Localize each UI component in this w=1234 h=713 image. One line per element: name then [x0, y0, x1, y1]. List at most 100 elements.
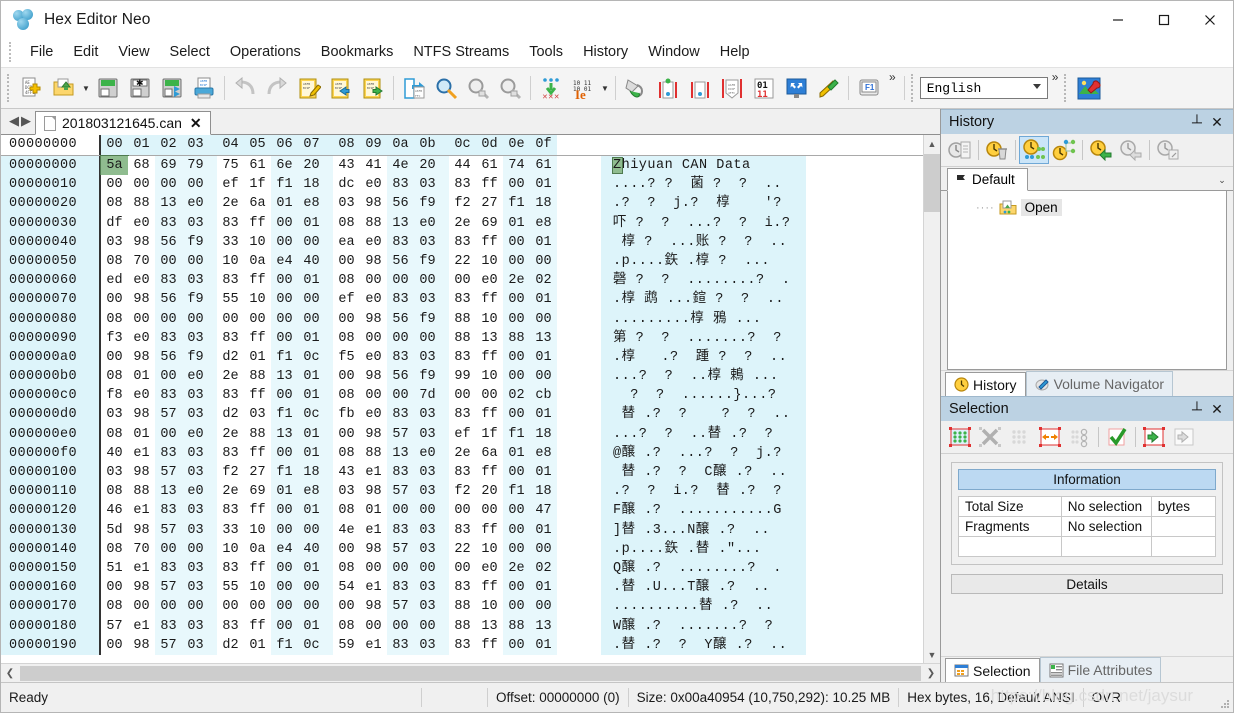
hex-byte-cell[interactable]: 01 — [271, 194, 298, 214]
hex-byte-cell[interactable]: 00 — [128, 175, 155, 195]
hex-byte-cell[interactable]: 01 — [298, 558, 325, 579]
menu-item-bookmarks[interactable]: Bookmarks — [311, 41, 404, 63]
hex-byte-cell[interactable]: 00 — [298, 309, 325, 329]
hex-byte-cell[interactable]: 01 — [503, 443, 530, 463]
hex-byte-cell[interactable]: 00 — [128, 309, 155, 329]
hex-byte-cell[interactable]: 83 — [387, 290, 414, 310]
hex-row[interactable]: 00000070 00 98 56 f9 55 10 00 00 ef e0 83 03 83 ff 00 01… — [1, 290, 923, 310]
hex-bytes-cells[interactable]: 03 98 57 03 d2 03 f1 0c fb e0 83 03 83 ff 00 01 — [101, 405, 601, 425]
select-pattern-icon[interactable] — [1065, 423, 1095, 451]
vertical-scroll-thumb[interactable] — [924, 154, 940, 212]
hex-row[interactable]: 00000090 f3 e0 83 03 83 ff 00 01 08 00 00 00 88 13 88 13… — [1, 328, 923, 348]
bracket-left-icon[interactable] — [652, 71, 684, 105]
close-icon[interactable]: ✕ — [1207, 401, 1227, 418]
hex-bytes-cells[interactable]: 08 00 00 00 00 00 00 00 00 98 56 f9 88 10 00 00 — [101, 309, 601, 329]
hex-byte-cell[interactable]: 10 — [244, 290, 271, 310]
hex-byte-cell[interactable]: 01 — [298, 424, 325, 444]
hex-byte-cell[interactable]: 00 — [298, 578, 325, 598]
ascii-cell[interactable]: .椁 鹉 ...鍹 ? ? .. — [601, 290, 806, 310]
scroll-down-icon[interactable]: ▼ — [924, 646, 940, 663]
hex-byte-cell[interactable]: 88 — [244, 367, 271, 387]
hex-byte-cell[interactable]: 03 — [414, 290, 441, 310]
history-properties-icon[interactable] — [1153, 136, 1183, 164]
hex-byte-cell[interactable]: e0 — [128, 271, 155, 291]
hex-row[interactable]: 00000010 00 00 00 00 ef 1f f1 18 dc e0 83 03 83 ff 00 01… — [1, 175, 923, 195]
hex-byte-cell[interactable]: 00 — [271, 328, 298, 348]
hex-row[interactable]: 00000040 03 98 56 f9 33 10 00 00 ea e0 83 03 83 ff 00 01… — [1, 232, 923, 252]
hex-byte-cell[interactable]: e0 — [476, 271, 503, 291]
dock-tab-volume-navigator[interactable]: Volume Navigator — [1025, 371, 1174, 396]
hex-byte-cell[interactable]: 69 — [244, 482, 271, 502]
menu-item-select[interactable]: Select — [160, 41, 220, 63]
ascii-cell[interactable]: 磬 ? ? ........? . — [601, 271, 806, 291]
hex-byte-cell[interactable]: 03 — [414, 539, 441, 559]
hex-byte-cell[interactable]: 00 — [271, 578, 298, 598]
hex-row[interactable]: 00000030 df e0 83 03 83 ff 00 01 08 88 13 e0 2e 69 01 e8… — [1, 213, 923, 233]
hex-byte-cell[interactable]: f5 — [333, 347, 360, 368]
pin-icon[interactable]: ┴ — [1187, 114, 1207, 130]
hex-byte-cell[interactable]: 00 — [101, 347, 128, 368]
green-pencil-icon[interactable] — [812, 71, 844, 105]
hex-byte-cell[interactable]: 83 — [387, 232, 414, 252]
hex-byte-cell[interactable]: 1f — [476, 424, 503, 444]
hex-byte-cell[interactable]: 03 — [182, 635, 209, 655]
hex-byte-cell[interactable]: e1 — [128, 501, 155, 521]
hex-bytes-cells[interactable]: f8 e0 83 03 83 ff 00 01 08 00 00 7d 00 00 02 cb — [101, 386, 601, 406]
hex-byte-cell[interactable]: 00 — [530, 251, 557, 272]
hex-byte-cell[interactable]: 83 — [155, 443, 182, 463]
hex-byte-cell[interactable]: 13 — [387, 213, 414, 233]
f1-key-icon[interactable]: F1 — [853, 71, 885, 105]
hex-byte-cell[interactable]: 83 — [155, 213, 182, 233]
hex-byte-cell[interactable]: 02 — [530, 271, 557, 291]
hex-byte-cell[interactable]: 00 — [271, 271, 298, 291]
hex-byte-cell[interactable]: 00 — [333, 309, 360, 329]
hex-byte-cell[interactable]: 00 — [476, 501, 503, 521]
hex-bytes-cells[interactable]: 03 98 57 03 f2 27 f1 18 43 e1 83 03 83 ff 00 01 — [101, 463, 601, 483]
hex-byte-cell[interactable]: 57 — [101, 616, 128, 636]
scroll-up-icon[interactable]: ▲ — [924, 135, 940, 152]
hex-byte-cell[interactable]: 10 — [476, 251, 503, 272]
hex-byte-cell[interactable]: 00 — [217, 597, 244, 617]
printer-icon[interactable]: A8FB BC9F — [188, 71, 220, 105]
hex-byte-cell[interactable]: 00 — [182, 309, 209, 329]
minimize-button[interactable] — [1095, 1, 1141, 38]
hex-byte-cell[interactable]: 83 — [155, 271, 182, 291]
hex-byte-cell[interactable]: 10 — [244, 578, 271, 598]
hex-byte-cell[interactable]: 70 — [128, 251, 155, 272]
hex-bytes-cells[interactable]: 08 01 00 e0 2e 88 13 01 00 98 57 03 ef 1f f1 18 — [101, 424, 601, 444]
hex-byte-cell[interactable]: 68 — [128, 156, 155, 176]
hex-byte-cell[interactable]: 00 — [271, 309, 298, 329]
hex-byte-cell[interactable]: 00 — [333, 251, 360, 272]
hex-row[interactable]: 00000110 08 88 13 e0 2e 69 01 e8 03 98 57 03 f2 20 f1 18… — [1, 482, 923, 502]
hex-byte-cell[interactable]: f1 — [503, 424, 530, 444]
hex-byte-cell[interactable]: 83 — [449, 635, 476, 655]
hex-byte-cell[interactable]: 2e — [503, 558, 530, 579]
hex-byte-cell[interactable]: 0c — [298, 347, 325, 368]
hex-byte-cell[interactable]: 00 — [387, 271, 414, 291]
hex-byte-cell[interactable]: 00 — [476, 386, 503, 406]
hex-row[interactable]: 00000000 5a 68 69 79 75 61 6e 20 43 41 4e 20 44 61 74 61… — [1, 154, 923, 177]
ascii-cell[interactable]: .p....鉃 .替 ."... — [601, 539, 806, 559]
hex-bytes-cells[interactable]: ed e0 83 03 83 ff 00 01 08 00 00 00 00 e0 2e 02 — [101, 271, 601, 291]
hex-byte-cell[interactable]: 08 — [101, 367, 128, 387]
hex-row[interactable]: 000000c0 f8 e0 83 03 83 ff 00 01 08 00 00 7d 00 00 02 cb… — [1, 386, 923, 406]
hex-byte-cell[interactable]: ef — [333, 290, 360, 310]
hex-byte-cell[interactable]: ff — [244, 501, 271, 521]
language-select[interactable]: English — [919, 77, 1048, 99]
hex-row[interactable]: 00000130 5d 98 57 03 33 10 00 00 4e e1 83 03 83 ff 00 01… — [1, 520, 923, 540]
hex-byte-cell[interactable]: 03 — [414, 482, 441, 502]
hex-byte-cell[interactable]: 00 — [101, 578, 128, 598]
hex-byte-cell[interactable]: e0 — [182, 194, 209, 214]
ascii-cell[interactable]: .? ? j.? 椁 '? — [601, 194, 806, 214]
clear-history-icon[interactable] — [982, 136, 1012, 164]
hex-row[interactable]: 000000b0 08 01 00 e0 2e 88 13 01 00 98 56 f9 99 10 00 00… — [1, 367, 923, 387]
hex-byte-cell[interactable]: 00 — [503, 251, 530, 272]
hex-byte-cell[interactable]: ea — [333, 232, 360, 252]
hex-byte-cell[interactable]: e0 — [360, 175, 387, 195]
hex-byte-cell[interactable]: 6a — [476, 443, 503, 463]
hex-byte-cell[interactable]: 03 — [182, 443, 209, 463]
hex-horizontal-scrollbar[interactable]: ❮ ❯ — [1, 663, 940, 682]
hex-byte-cell[interactable]: 83 — [387, 405, 414, 425]
hex-byte-cell[interactable]: ff — [476, 290, 503, 310]
hex-byte-cell[interactable]: f9 — [414, 194, 441, 214]
